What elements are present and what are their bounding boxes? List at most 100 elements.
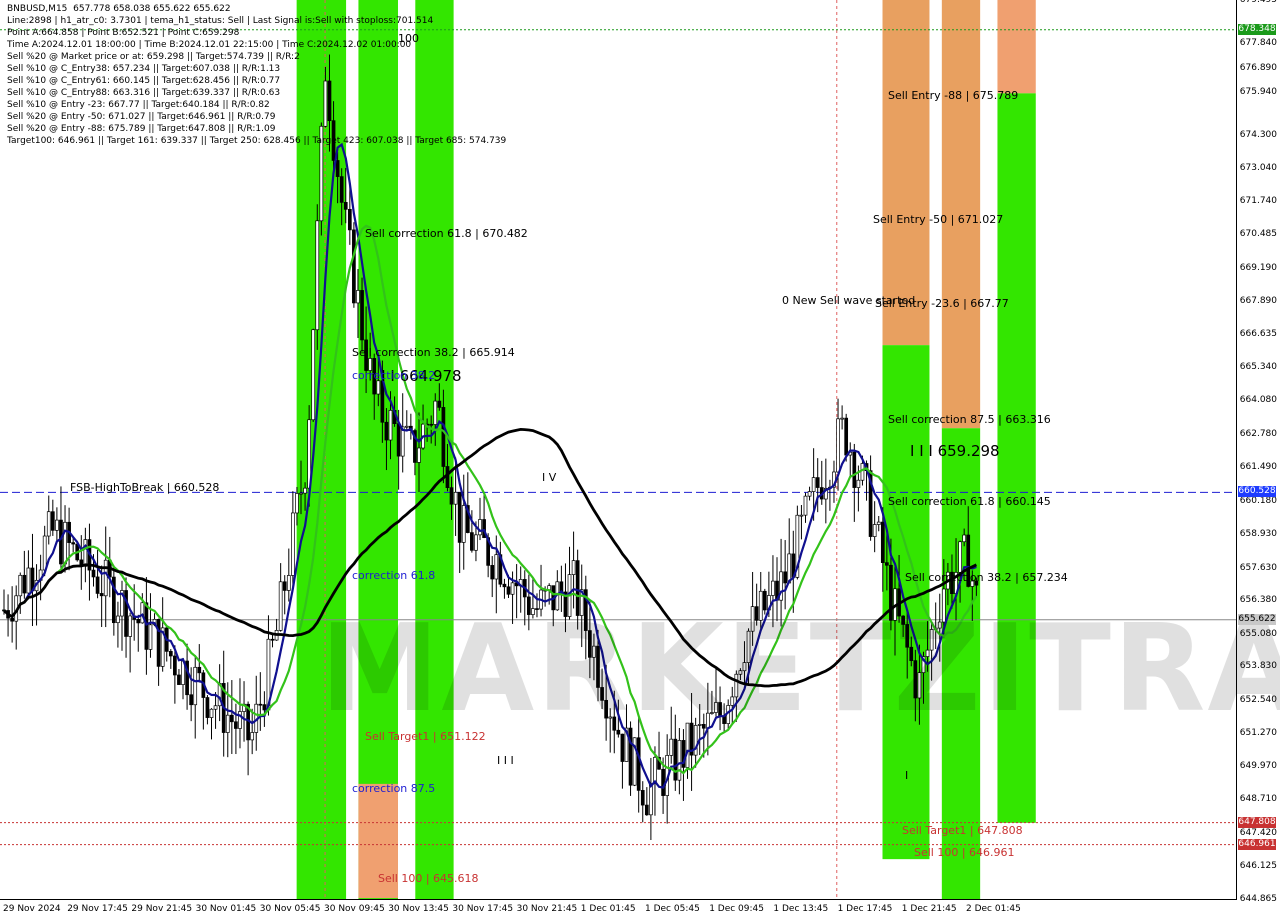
chart-annotation: Sell 100 | 645.618 bbox=[378, 872, 479, 886]
chart-annotation: Sell Target1 | 651.122 bbox=[365, 729, 486, 743]
candle-body bbox=[433, 400, 438, 425]
candle-body bbox=[771, 580, 775, 596]
candle-body bbox=[91, 569, 96, 578]
candle-body bbox=[262, 704, 267, 711]
x-tick-label: 30 Nov 09:45 bbox=[324, 904, 385, 914]
candle-body bbox=[388, 410, 393, 441]
info-line: Target100: 646.961 || Target 161: 639.33… bbox=[7, 136, 507, 146]
y-tick-label: 677.840 bbox=[1239, 37, 1277, 48]
candle-body bbox=[803, 495, 808, 516]
candle-body bbox=[103, 559, 108, 597]
candle-body bbox=[840, 417, 844, 420]
candle-body bbox=[356, 290, 360, 304]
price-tag: 678.348 bbox=[1238, 23, 1276, 35]
x-tick-label: 30 Nov 05:45 bbox=[259, 904, 321, 914]
x-tick-label: 30 Nov 13:45 bbox=[388, 904, 449, 914]
orange-zone-c bbox=[997, 0, 1036, 94]
x-tick-label: 29 Nov 2024 bbox=[3, 904, 61, 914]
candle-body bbox=[872, 524, 877, 537]
y-tick-label: 676.890 bbox=[1239, 62, 1277, 73]
candle-body bbox=[661, 768, 665, 796]
candle-body bbox=[417, 447, 421, 463]
candle-body bbox=[55, 519, 59, 531]
price-tag: 647.808 bbox=[1238, 816, 1276, 828]
chart-annotation: Sell 100 | 646.961 bbox=[914, 845, 1015, 859]
candle-body bbox=[470, 532, 474, 551]
candle-body bbox=[490, 565, 495, 580]
candle-body bbox=[958, 541, 962, 573]
chart-annotation: Sell correction 38.2 | 657.234 bbox=[905, 571, 1068, 584]
candle-body bbox=[441, 407, 446, 467]
candle-body bbox=[83, 539, 88, 567]
candle-body bbox=[396, 423, 401, 457]
candle-body bbox=[669, 738, 674, 756]
candle-body bbox=[653, 756, 657, 784]
chart-annotation: Sell correction 61.8 | 670.482 bbox=[365, 227, 528, 241]
chart-annotation: correction 38.2 bbox=[352, 369, 436, 383]
time-axis[interactable]: 29 Nov 2024 29 Nov 17:45 29 Nov 21:45 30 No… bbox=[0, 899, 1236, 921]
y-tick-label: 658.930 bbox=[1239, 528, 1277, 539]
candle-body bbox=[197, 666, 202, 674]
candle-body bbox=[128, 615, 132, 637]
candle-body bbox=[807, 491, 812, 497]
candle-body bbox=[286, 575, 291, 591]
candle-body bbox=[636, 737, 641, 791]
candle-body bbox=[836, 418, 840, 473]
chart-annotation: I I I bbox=[497, 753, 514, 767]
info-line: Line:2898 | h1_atr_c0: 3.7301 | tema_h1_… bbox=[7, 16, 434, 26]
candle-body bbox=[42, 535, 47, 571]
candle-body bbox=[876, 521, 881, 525]
candle-body bbox=[510, 582, 515, 595]
candle-body bbox=[352, 229, 356, 304]
candle-body bbox=[478, 519, 482, 536]
x-tick-label: 30 Nov 21:45 bbox=[516, 904, 578, 914]
candle-body bbox=[335, 160, 340, 177]
candle-body bbox=[99, 593, 104, 597]
candle-body bbox=[18, 574, 23, 597]
price-tag: 655.622 bbox=[1238, 613, 1276, 625]
candle-body bbox=[649, 783, 653, 816]
chart-annotation: correction 87.5 bbox=[352, 782, 436, 796]
chart-annotation: Sell correction 38.2 | 665.914 bbox=[352, 345, 515, 359]
x-tick-label: 29 Nov 21:45 bbox=[131, 904, 193, 914]
y-tick-label: 661.490 bbox=[1239, 462, 1277, 473]
x-tick-label: 29 Nov 17:45 bbox=[67, 904, 128, 914]
y-tick-label: 670.485 bbox=[1239, 228, 1277, 239]
info-line: Sell %20 @ Entry -88: 675.789 || Target:… bbox=[7, 124, 276, 134]
y-tick-label: 648.710 bbox=[1239, 794, 1277, 805]
candle-body bbox=[168, 651, 173, 657]
candle-body bbox=[71, 542, 76, 545]
y-tick-label: 666.635 bbox=[1239, 328, 1277, 339]
candle-body bbox=[640, 790, 645, 806]
price-axis[interactable]: 679.495 677.840 676.890 675.940 674.300 673.0… bbox=[1236, 0, 1280, 904]
candle-body bbox=[673, 738, 678, 781]
chart-annotation: FSB-HighToBreak | 660.528 bbox=[70, 480, 220, 494]
candle-body bbox=[453, 491, 458, 505]
y-tick-label: 673.040 bbox=[1239, 162, 1277, 173]
price-tag: 646.961 bbox=[1238, 838, 1276, 850]
candle-body bbox=[343, 202, 348, 210]
info-line: BNBUSD,M15 657.778 658.038 655.622 655.6… bbox=[7, 4, 231, 14]
candle-body bbox=[63, 521, 67, 565]
x-tick-label: 1 Dec 21:45 bbox=[901, 904, 957, 914]
candle-body bbox=[852, 451, 857, 488]
y-tick-label: 667.890 bbox=[1239, 296, 1277, 307]
y-tick-label: 649.970 bbox=[1239, 761, 1277, 772]
candle-body bbox=[278, 581, 283, 631]
x-tick-label: 1 Dec 13:45 bbox=[773, 904, 829, 914]
candle-body bbox=[315, 220, 320, 331]
candle-body bbox=[783, 571, 788, 584]
candle-body bbox=[844, 417, 849, 456]
candle-body bbox=[885, 562, 889, 566]
y-tick-label: 657.630 bbox=[1239, 562, 1277, 573]
y-tick-label: 652.540 bbox=[1239, 694, 1277, 705]
candle-body bbox=[225, 714, 230, 733]
candle-body bbox=[311, 329, 316, 421]
candle-body bbox=[173, 655, 177, 676]
chart-annotation: Sell correction 87.5 | 663.316 bbox=[888, 412, 1051, 426]
candle-body bbox=[50, 511, 55, 531]
candle-body bbox=[238, 711, 242, 729]
candle-body bbox=[22, 574, 27, 594]
y-tick-label: 656.380 bbox=[1239, 595, 1277, 606]
candle-body bbox=[502, 583, 507, 588]
